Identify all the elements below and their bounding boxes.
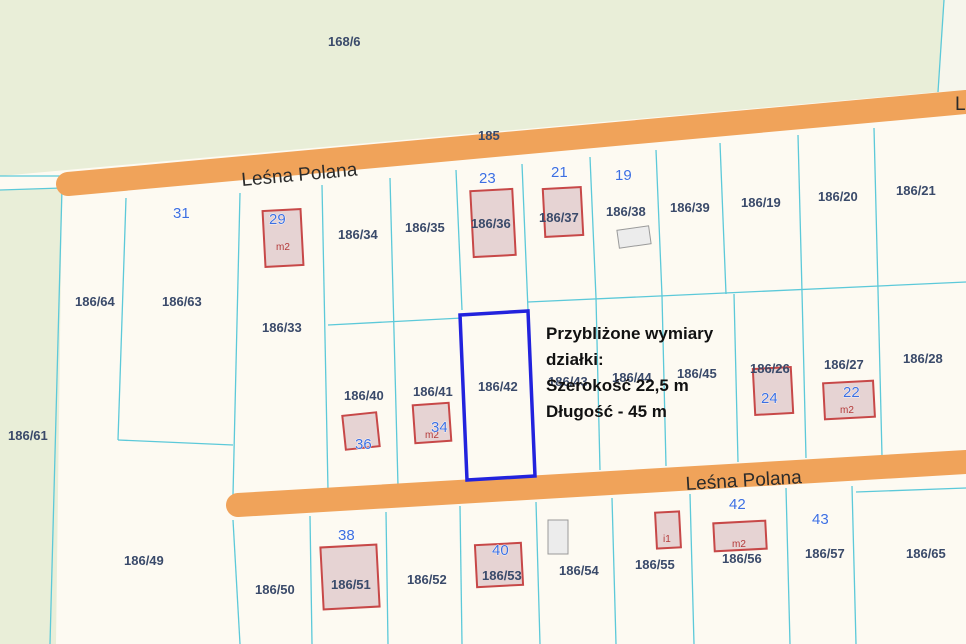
building-mark: m2 [276, 242, 290, 253]
address-number: 40 [492, 542, 509, 559]
parcel-label: 186/49 [124, 553, 164, 568]
parcel-label: 186/38 [606, 204, 646, 219]
road-south [226, 450, 966, 517]
address-number: 43 [812, 511, 829, 528]
parcel-label: 186/64 [75, 294, 116, 309]
dimensions-annotation: Przybliżone wymiary działki: Szerokość 2… [546, 321, 713, 425]
parcel-label: 186/57 [805, 546, 845, 561]
address-number: 42 [729, 496, 746, 513]
parcel-label: 186/54 [559, 563, 600, 578]
parcel-label: 186/52 [407, 572, 447, 587]
parcel-label-selected: 186/42 [478, 379, 518, 394]
map-canvas: Leśna Polana Leśna Polana L m2 m2 m2 m2 … [0, 0, 966, 644]
parcel-label: 186/19 [741, 195, 781, 210]
building-mark: m2 [840, 405, 854, 416]
address-number: 21 [551, 164, 568, 181]
address-number: 34 [431, 419, 448, 436]
address-number: 23 [479, 170, 496, 187]
parcel-label: 186/33 [262, 320, 302, 335]
address-number: 19 [615, 167, 632, 184]
parcel-label: 186/41 [413, 384, 453, 399]
building-mark: m2 [732, 539, 746, 550]
parcel-label: 186/56 [722, 551, 762, 566]
address-number: 22 [843, 384, 860, 401]
road-name-edge: L [955, 94, 966, 115]
parcel-label: 186/34 [338, 227, 379, 242]
parcel-label: 186/53 [482, 568, 522, 583]
address-number: 38 [338, 527, 355, 544]
address-number: 31 [173, 205, 190, 222]
parcel-label: 186/61 [8, 428, 48, 443]
parcel-label: 186/40 [344, 388, 384, 403]
parcel-label: 186/28 [903, 351, 943, 366]
parcel-label: 186/20 [818, 189, 858, 204]
address-number: 36 [355, 436, 372, 453]
address-number: 29 [269, 211, 286, 228]
parcel-label: 186/51 [331, 577, 371, 592]
highlighted-plot[interactable] [458, 309, 537, 482]
parcel-label: 186/63 [162, 294, 202, 309]
annotation-line: Przybliżone wymiary [546, 324, 714, 343]
green-area-west [0, 188, 62, 644]
parcel-label: 186/27 [824, 357, 864, 372]
address-number: 24 [761, 390, 778, 407]
parcel-label: 186/50 [255, 582, 295, 597]
building-outbuilding [547, 519, 569, 555]
parcel-label: 185 [478, 128, 500, 143]
parcel-label: 186/65 [906, 546, 946, 561]
parcel-label: 168/6 [328, 34, 361, 49]
parcel-label: 186/35 [405, 220, 445, 235]
parcel-label: 186/36 [471, 216, 511, 231]
annotation-line: Długość - 45 m [546, 402, 667, 421]
parcel-label: 186/21 [896, 183, 936, 198]
parcel-label: 186/37 [539, 210, 579, 225]
parcel-label: 186/55 [635, 557, 675, 572]
building-mark: i1 [663, 534, 671, 545]
annotation-line: działki: [546, 350, 604, 369]
building-outbuilding [616, 225, 652, 249]
cadastral-map: Leśna Polana Leśna Polana L m2 m2 m2 m2 … [0, 0, 966, 644]
annotation-line: Szerokość 22,5 m [546, 376, 689, 395]
parcel-label: 186/26 [750, 361, 790, 376]
parcel-label: 186/39 [670, 200, 710, 215]
